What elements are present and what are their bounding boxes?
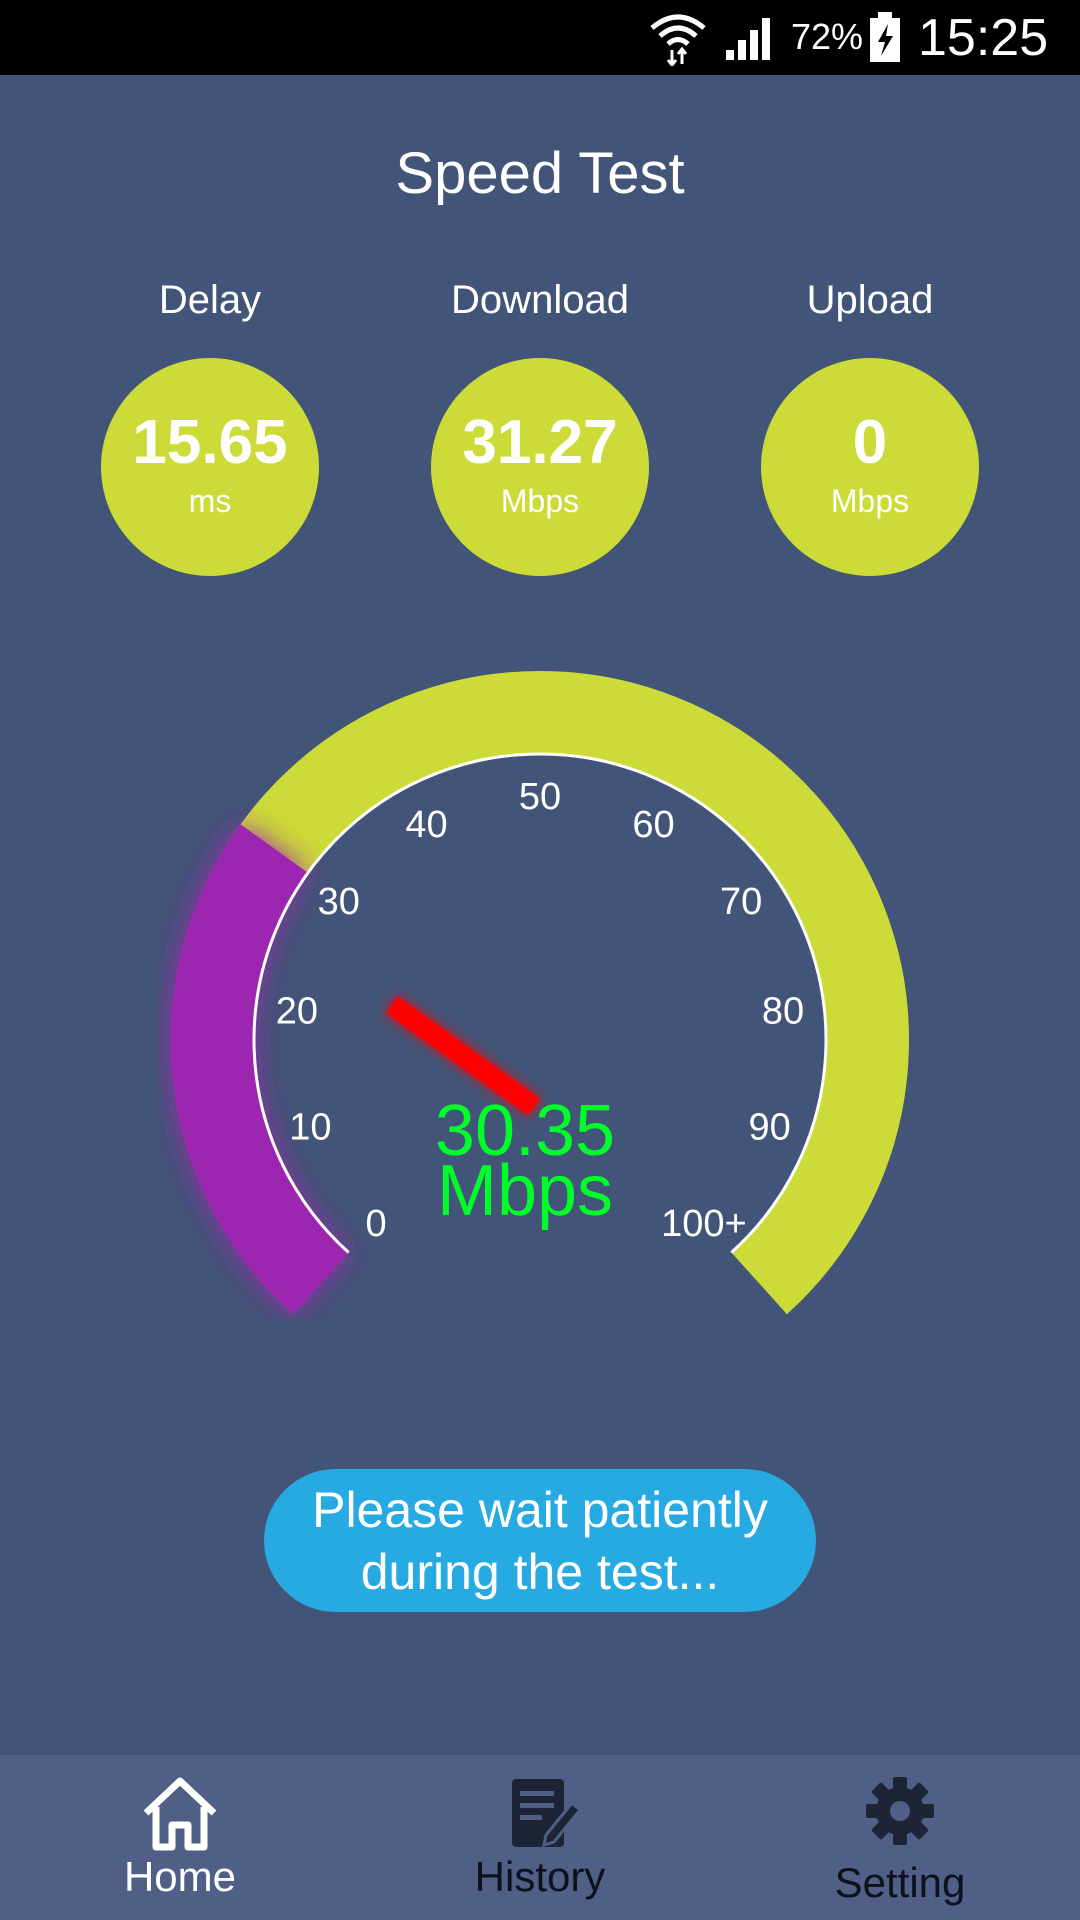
clock: 15:25	[918, 9, 1049, 67]
gauge-unit: Mbps	[437, 1151, 613, 1231]
battery-charging-icon	[870, 12, 900, 62]
gauge-progress	[171, 824, 349, 1315]
download-label: Download	[451, 278, 629, 322]
download-metric: Download 31.27 Mbps	[420, 278, 660, 576]
speed-gauge: 0102030405060708090100+ 30.35 Mbps	[171, 671, 909, 1315]
upload-value: 0	[852, 408, 888, 477]
download-value: 31.27	[462, 408, 618, 477]
nav-history-label: History	[474, 1853, 606, 1900]
gauge-tick-label: 20	[276, 990, 318, 1032]
nav-history[interactable]: History	[390, 1755, 690, 1920]
gauge-tick-label: 100+	[661, 1203, 747, 1245]
download-unit: Mbps	[500, 483, 580, 519]
status-message: Please wait patiently during the test...	[264, 1469, 816, 1612]
bottom-nav: Home History Setting	[0, 1755, 1080, 1920]
gauge-tick-label: 60	[632, 804, 674, 846]
download-circle: 31.27 Mbps	[431, 358, 649, 576]
gauge-tick-label: 40	[405, 804, 447, 846]
gauge-tick-label: 70	[720, 881, 762, 923]
delay-label: Delay	[158, 278, 262, 322]
gauge-tick-label: 0	[365, 1203, 386, 1245]
upload-circle: 0 Mbps	[761, 358, 979, 576]
gauge-tick-label: 80	[762, 990, 804, 1032]
upload-label: Upload	[806, 278, 934, 322]
gauge-tick-label: 50	[519, 776, 561, 818]
nav-home[interactable]: Home	[30, 1755, 330, 1920]
upload-metric: Upload 0 Mbps	[750, 278, 990, 576]
delay-metric: Delay 15.65 ms	[90, 278, 330, 576]
wifi-icon	[650, 14, 706, 66]
gear-icon	[866, 1777, 934, 1845]
history-icon	[512, 1779, 582, 1848]
battery-percent: 72%	[791, 16, 864, 57]
gauge-tick-label: 30	[318, 881, 360, 923]
delay-unit: ms	[188, 483, 232, 519]
delay-value: 15.65	[132, 408, 288, 477]
upload-unit: Mbps	[830, 483, 910, 519]
delay-circle: 15.65 ms	[101, 358, 319, 576]
page-title: Speed Test	[395, 141, 685, 206]
nav-setting-label: Setting	[834, 1859, 966, 1906]
signal-icon	[726, 18, 770, 60]
status-message-text: Please wait patiently during the test...	[312, 1481, 768, 1600]
status-bar: 72% 15:25	[0, 0, 1080, 75]
home-icon	[143, 1777, 217, 1851]
nav-home-label: Home	[123, 1853, 237, 1900]
gauge-tick-label: 10	[289, 1106, 331, 1148]
nav-setting[interactable]: Setting	[750, 1755, 1050, 1920]
gauge-tick-label: 90	[748, 1106, 790, 1148]
